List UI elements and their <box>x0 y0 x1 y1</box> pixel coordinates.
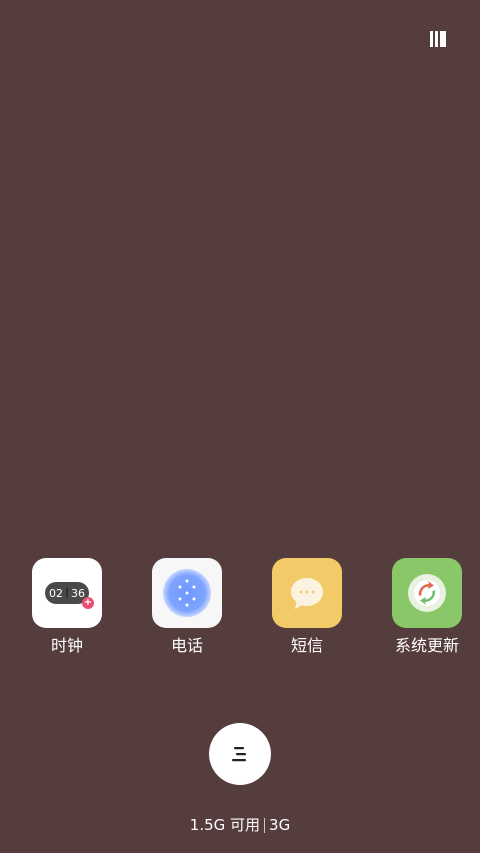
columns-icon <box>430 31 446 47</box>
system-update-icon <box>392 558 462 628</box>
clock-separator <box>66 588 68 598</box>
messages-icon <box>272 558 342 628</box>
recent-app-clock[interactable]: 02 36 + 时钟 <box>17 558 117 656</box>
clock-hours: 02 <box>49 586 63 600</box>
memory-total: 3G <box>269 816 291 834</box>
chat-bubble-icon <box>291 578 323 609</box>
view-toggle-button[interactable] <box>428 30 448 48</box>
memory-status: 1.5G 可用 3G <box>0 815 480 835</box>
recent-apps-row: 02 36 + 时钟 电话 短信 系统更新 <box>0 558 480 668</box>
recent-app-phone[interactable]: 电话 <box>137 558 237 656</box>
phone-icon <box>152 558 222 628</box>
clock-icon: 02 36 + <box>32 558 102 628</box>
recent-app-label: 系统更新 <box>394 636 459 655</box>
clock-minutes: 36 <box>71 586 85 600</box>
memory-available: 1.5G 可用 <box>189 816 261 834</box>
recent-app-messages[interactable]: 短信 <box>257 558 357 656</box>
recent-app-label: 电话 <box>170 636 203 655</box>
clear-all-button[interactable] <box>209 723 271 785</box>
memory-divider <box>264 817 266 833</box>
recent-app-label: 短信 <box>290 636 323 655</box>
recent-app-label: 时钟 <box>50 636 83 655</box>
recent-app-system-update[interactable]: 系统更新 <box>377 558 477 656</box>
clock-add-badge: + <box>82 597 94 609</box>
clear-list-icon <box>232 747 246 762</box>
refresh-circle-icon <box>408 574 446 612</box>
dialpad-icon <box>163 569 211 617</box>
